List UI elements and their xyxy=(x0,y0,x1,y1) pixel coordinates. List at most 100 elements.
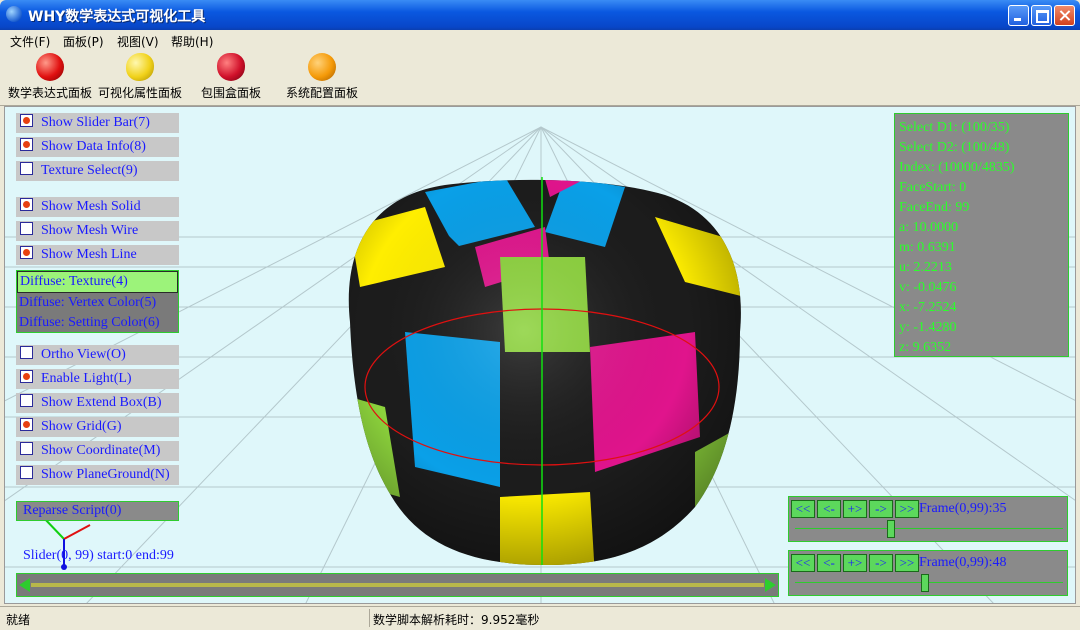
frame-next-button[interactable]: -> xyxy=(869,500,893,518)
checkbox-icon xyxy=(20,394,33,407)
apple-icon xyxy=(36,53,64,81)
tool-label: 数学表达式面板 xyxy=(7,86,92,100)
checkbox-icon xyxy=(20,418,33,431)
show-mesh-solid-checkbox[interactable]: Show Mesh Solid xyxy=(16,197,179,217)
option-label: Show Grid(G) xyxy=(41,419,122,434)
frame-thumb[interactable] xyxy=(886,520,895,538)
frame-label: Frame(0,99):48 xyxy=(919,555,1007,570)
menu-file[interactable]: 文件(F) xyxy=(10,33,50,50)
menu-view[interactable]: 视图(V) xyxy=(117,33,159,50)
surface-mesh[interactable] xyxy=(335,167,755,577)
status-parse-time: 数学脚本解析耗时：9.952毫秒 xyxy=(373,613,540,627)
close-button[interactable] xyxy=(1054,5,1075,26)
option-label: Show Mesh Solid xyxy=(41,199,141,214)
frame-last-button[interactable]: >> xyxy=(895,500,919,518)
texture-select-checkbox[interactable]: Texture Select(9) xyxy=(16,161,179,181)
window-title: WHY数学表达式可视化工具 xyxy=(28,9,206,25)
show-extend-box-checkbox[interactable]: Show Extend Box(B) xyxy=(16,393,179,413)
checkbox-icon xyxy=(20,246,33,259)
globe-icon xyxy=(6,6,22,22)
toolbar: 数学表达式面板 可视化属性面板 包围盒面板 系统配置面板 xyxy=(0,51,1080,106)
lemon-icon xyxy=(126,53,154,81)
frame-play-button[interactable]: +> xyxy=(843,500,867,518)
show-grid-checkbox[interactable]: Show Grid(G) xyxy=(16,417,179,437)
status-ready: 就绪 xyxy=(6,613,31,627)
diffuse-mode-list: Diffuse: Texture(4) Diffuse: Vertex Colo… xyxy=(16,270,179,333)
checkbox-icon xyxy=(20,466,33,479)
checkbox-icon xyxy=(20,198,33,211)
frame-first-button[interactable]: << xyxy=(791,500,815,518)
frame-control-1: << <- +> -> >> Frame(0,99):35 xyxy=(788,496,1068,542)
strawberry-icon xyxy=(217,53,245,81)
expression-panel-button[interactable]: 数学表达式面板 xyxy=(6,53,94,101)
frame-control-2: << <- +> -> >> Frame(0,99):48 xyxy=(788,550,1068,596)
show-mesh-wire-checkbox[interactable]: Show Mesh Wire xyxy=(16,221,179,241)
info-v: v: -0.0476 xyxy=(899,280,957,295)
option-label: Show PlaneGround(N) xyxy=(41,467,170,482)
system-config-panel-button[interactable]: 系统配置面板 xyxy=(284,53,360,101)
reparse-script-button[interactable]: Reparse Script(0) xyxy=(16,501,179,521)
frame-play-button[interactable]: +> xyxy=(843,554,867,572)
info-u: u: 2.2213 xyxy=(899,260,952,275)
option-label: Show Extend Box(B) xyxy=(41,395,162,410)
title-bar[interactable]: WHY数学表达式可视化工具 xyxy=(0,0,1080,30)
info-m: m: 0.6391 xyxy=(899,240,956,255)
checkbox-icon xyxy=(20,370,33,383)
main-window: WHY数学表达式可视化工具 文件(F) 面板(P) 视图(V) 帮助(H) 数学… xyxy=(0,0,1080,630)
minimize-button[interactable] xyxy=(1008,5,1029,26)
show-plane-ground-checkbox[interactable]: Show PlaneGround(N) xyxy=(16,465,179,485)
info-x: x: -7.2524 xyxy=(899,300,957,315)
frame-last-button[interactable]: >> xyxy=(895,554,919,572)
show-coordinate-checkbox[interactable]: Show Coordinate(M) xyxy=(16,441,179,461)
orange-icon xyxy=(308,53,336,81)
slider-track[interactable] xyxy=(31,583,764,587)
show-mesh-line-checkbox[interactable]: Show Mesh Line xyxy=(16,245,179,265)
checkbox-icon xyxy=(20,138,33,151)
3d-viewport[interactable]: Show Slider Bar(7) Show Data Info(8) Tex… xyxy=(4,106,1076,604)
slider-left-arrow-icon[interactable] xyxy=(19,578,30,592)
status-divider xyxy=(369,609,370,627)
info-face-end: FaceEnd: 99 xyxy=(899,200,970,215)
diffuse-texture-option[interactable]: Diffuse: Texture(4) xyxy=(17,271,178,293)
tool-label: 系统配置面板 xyxy=(285,86,358,100)
bounding-box-panel-button[interactable]: 包围盒面板 xyxy=(198,53,264,101)
status-bar: 就绪 数学脚本解析耗时：9.952毫秒 xyxy=(0,606,1080,630)
checkbox-icon xyxy=(20,222,33,235)
option-label: Show Mesh Line xyxy=(41,247,137,262)
tool-label: 可视化属性面板 xyxy=(97,86,182,100)
maximize-button[interactable] xyxy=(1031,5,1052,26)
frame-prev-button[interactable]: <- xyxy=(817,500,841,518)
show-data-info-checkbox[interactable]: Show Data Info(8) xyxy=(16,137,179,157)
tool-label: 包围盒面板 xyxy=(200,86,261,100)
info-index: Index: (10000/4835) xyxy=(899,160,1015,175)
show-slider-bar-checkbox[interactable]: Show Slider Bar(7) xyxy=(16,113,179,133)
menu-panel[interactable]: 面板(P) xyxy=(63,33,104,50)
menu-help[interactable]: 帮助(H) xyxy=(171,33,213,50)
option-label: Show Slider Bar(7) xyxy=(41,115,150,130)
option-label: Ortho View(O) xyxy=(41,347,126,362)
frame-next-button[interactable]: -> xyxy=(869,554,893,572)
frame-label: Frame(0,99):35 xyxy=(919,501,1007,516)
slider-right-arrow-icon[interactable] xyxy=(765,578,776,592)
menu-bar: 文件(F) 面板(P) 视图(V) 帮助(H) xyxy=(0,30,1080,51)
info-y: y: -1.4280 xyxy=(899,320,957,335)
frame-prev-button[interactable]: <- xyxy=(817,554,841,572)
option-label: Show Mesh Wire xyxy=(41,223,139,238)
diffuse-vertex-color-option[interactable]: Diffuse: Vertex Color(5) xyxy=(17,293,178,313)
visual-property-panel-button[interactable]: 可视化属性面板 xyxy=(96,53,184,101)
diffuse-setting-color-option[interactable]: Diffuse: Setting Color(6) xyxy=(17,313,178,333)
frame-thumb[interactable] xyxy=(921,574,930,592)
info-a: a: 10.0000 xyxy=(899,220,959,235)
checkbox-icon xyxy=(20,442,33,455)
option-label: Show Data Info(8) xyxy=(41,139,146,154)
frame-track[interactable] xyxy=(795,528,1063,529)
checkbox-icon xyxy=(20,114,33,127)
ortho-view-checkbox[interactable]: Ortho View(O) xyxy=(16,345,179,365)
info-select-d1: Select D1: (100/35) xyxy=(899,120,1010,135)
enable-light-checkbox[interactable]: Enable Light(L) xyxy=(16,369,179,389)
option-label: Show Coordinate(M) xyxy=(41,443,161,458)
option-label: Texture Select(9) xyxy=(41,163,138,178)
main-slider[interactable] xyxy=(16,573,779,597)
data-info-panel: Select D1: (100/35) Select D2: (100/48) … xyxy=(894,113,1069,357)
frame-first-button[interactable]: << xyxy=(791,554,815,572)
